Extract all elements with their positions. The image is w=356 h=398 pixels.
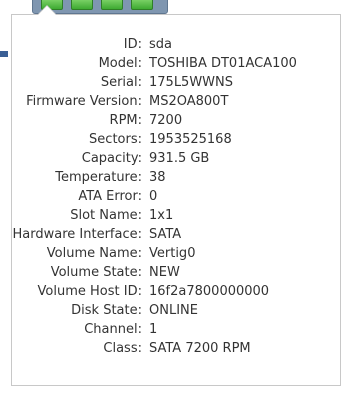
- detail-value: 7200: [149, 113, 183, 128]
- detail-value: SATA: [149, 227, 182, 242]
- detail-value: sda: [149, 37, 172, 52]
- detail-label: Serial:: [100, 75, 142, 90]
- disk-details-list: ID: sda Model: TOSHIBA DT01ACA100 Serial…: [12, 35, 340, 358]
- detail-row-id: ID: sda: [12, 35, 340, 54]
- popup-pointer: [38, 6, 56, 15]
- drive-slot-icon[interactable]: [101, 0, 123, 10]
- detail-label: Volume Host ID:: [37, 284, 142, 299]
- detail-label: ATA Error:: [78, 189, 142, 204]
- detail-row-volume-name: Volume Name: Vertig0: [12, 244, 340, 263]
- detail-row-ata-error: ATA Error: 0: [12, 187, 340, 206]
- detail-value: NEW: [149, 265, 180, 280]
- detail-row-serial: Serial: 175L5WWNS: [12, 73, 340, 92]
- detail-value: 0: [149, 189, 158, 204]
- detail-value: 175L5WWNS: [149, 75, 234, 90]
- detail-row-model: Model: TOSHIBA DT01ACA100: [12, 54, 340, 73]
- detail-label: Volume State:: [50, 265, 142, 280]
- detail-row-rpm: RPM: 7200: [12, 111, 340, 130]
- detail-row-volume-host-id: Volume Host ID: 16f2a7800000000: [12, 282, 340, 301]
- detail-label: Volume Name:: [46, 246, 142, 261]
- detail-row-disk-state: Disk State: ONLINE: [12, 301, 340, 320]
- detail-value: SATA 7200 RPM: [149, 341, 251, 356]
- detail-label: Capacity:: [81, 151, 142, 166]
- background-marker: [0, 51, 8, 57]
- detail-value: Vertig0: [149, 246, 196, 261]
- detail-row-capacity: Capacity: 931.5 GB: [12, 149, 340, 168]
- detail-value: 38: [149, 170, 166, 185]
- detail-row-hardware-interface: Hardware Interface: SATA: [12, 225, 340, 244]
- detail-label: Disk State:: [71, 303, 142, 318]
- detail-value: 1x1: [149, 208, 174, 223]
- detail-value: TOSHIBA DT01ACA100: [149, 56, 297, 71]
- detail-row-class: Class: SATA 7200 RPM: [12, 339, 340, 358]
- drive-slot-icon[interactable]: [71, 0, 93, 10]
- detail-label: Firmware Version:: [26, 94, 142, 109]
- detail-label: Model:: [98, 56, 142, 71]
- detail-label: ID:: [123, 37, 142, 52]
- detail-label: Channel:: [84, 322, 142, 337]
- detail-label: Temperature:: [55, 170, 142, 185]
- detail-row-slot-name: Slot Name: 1x1: [12, 206, 340, 225]
- detail-value: 1: [149, 322, 158, 337]
- disk-info-screen: ID: sda Model: TOSHIBA DT01ACA100 Serial…: [0, 0, 356, 398]
- detail-value: ONLINE: [149, 303, 198, 318]
- drive-slot-icon[interactable]: [131, 0, 153, 10]
- detail-value: 16f2a7800000000: [149, 284, 270, 299]
- detail-row-sectors: Sectors: 1953525168: [12, 130, 340, 149]
- detail-row-volume-state: Volume State: NEW: [12, 263, 340, 282]
- detail-label: Sectors:: [89, 132, 142, 147]
- detail-label: RPM:: [109, 113, 142, 128]
- detail-label: Slot Name:: [70, 208, 142, 223]
- detail-value: MS2OA800T: [149, 94, 229, 109]
- disk-details-popup: ID: sda Model: TOSHIBA DT01ACA100 Serial…: [11, 14, 341, 386]
- detail-row-channel: Channel: 1: [12, 320, 340, 339]
- detail-value: 1953525168: [149, 132, 232, 147]
- detail-label: Hardware Interface:: [12, 227, 142, 242]
- detail-row-temperature: Temperature: 38: [12, 168, 340, 187]
- detail-value: 931.5 GB: [149, 151, 210, 166]
- detail-label: Class:: [103, 341, 142, 356]
- detail-row-firmware: Firmware Version: MS2OA800T: [12, 92, 340, 111]
